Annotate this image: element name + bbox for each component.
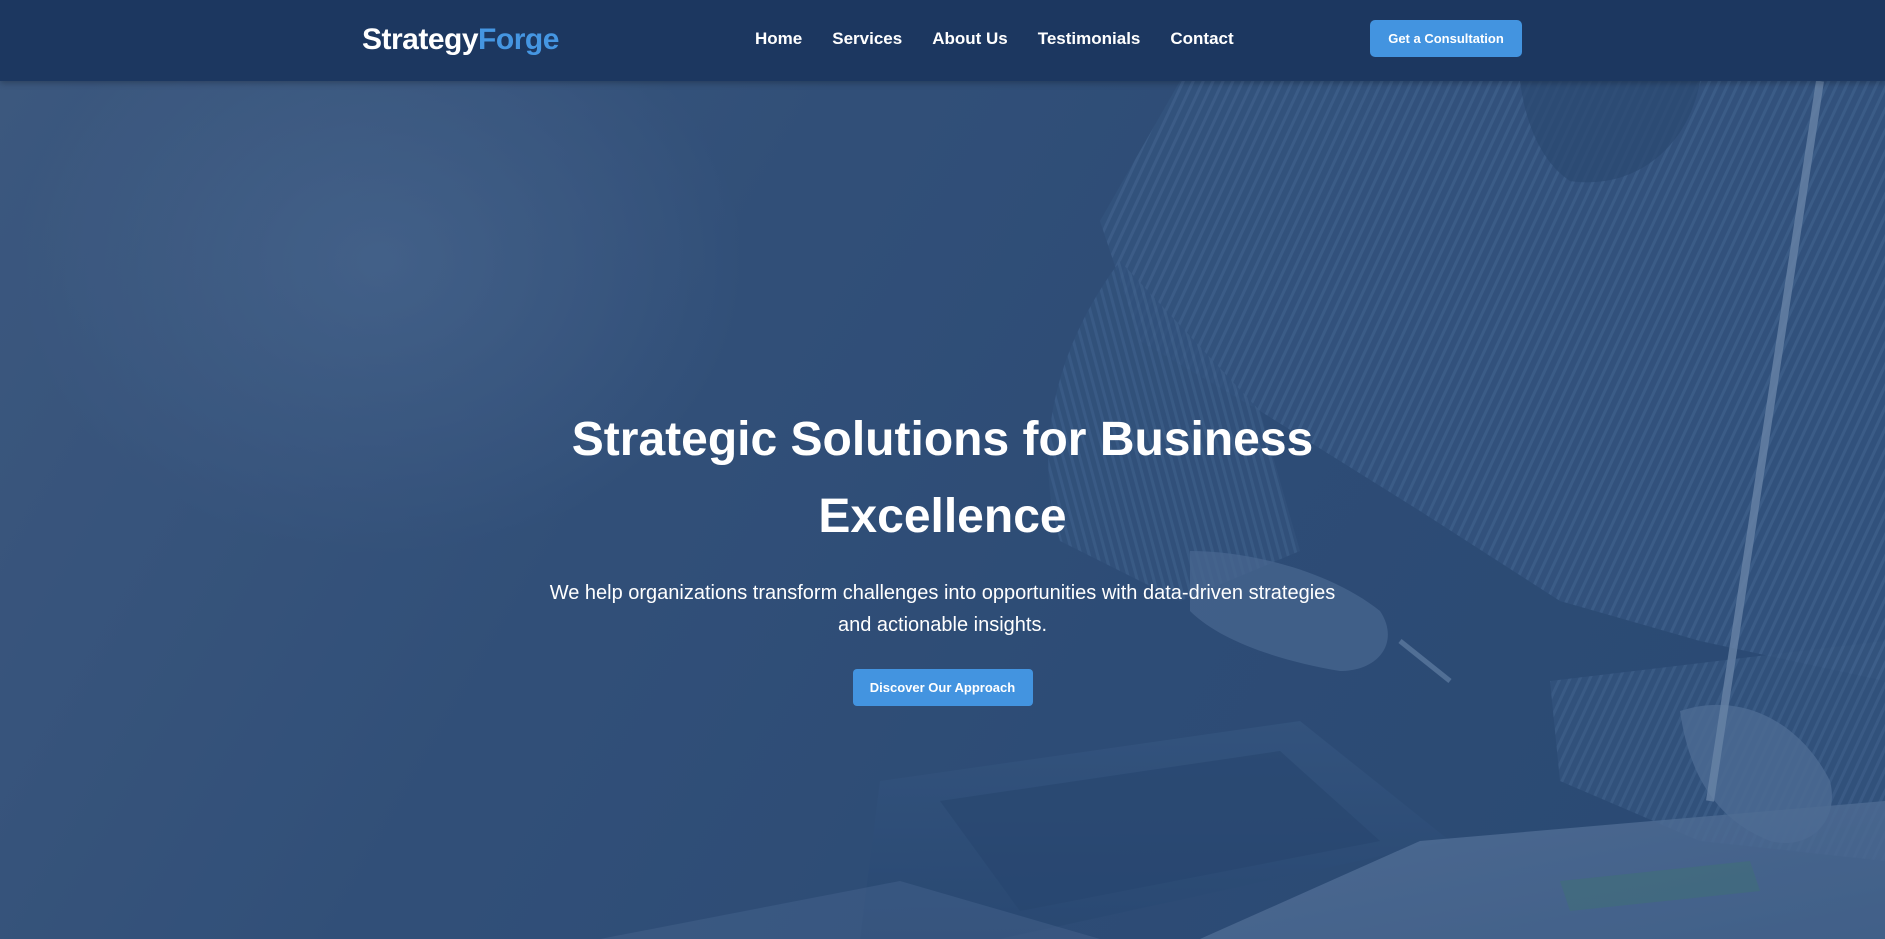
main-nav: Home Services About Us Testimonials Cont…	[755, 27, 1234, 51]
logo-text-accent: Forge	[478, 23, 559, 56]
hero-section: Strategic Solutions for Business Excelle…	[0, 81, 1885, 939]
get-consultation-button[interactable]: Get a Consultation	[1370, 20, 1522, 57]
logo[interactable]: StrategyForge	[362, 22, 559, 58]
nav-services[interactable]: Services	[832, 27, 902, 51]
site-header: StrategyForge Home Services About Us Tes…	[0, 0, 1885, 81]
page: StrategyForge Home Services About Us Tes…	[0, 0, 1885, 939]
nav-testimonials[interactable]: Testimonials	[1038, 27, 1141, 51]
discover-approach-button[interactable]: Discover Our Approach	[852, 669, 1033, 706]
nav-home[interactable]: Home	[755, 27, 802, 51]
hero-title: Strategic Solutions for Business Excelle…	[571, 413, 1314, 543]
nav-about-us[interactable]: About Us	[932, 27, 1008, 51]
hero-content: Strategic Solutions for Business Excelle…	[0, 401, 1885, 706]
hero-subtitle: We help organizations transform challeng…	[549, 582, 1336, 636]
logo-text-primary: Strategy	[362, 23, 479, 56]
nav-contact[interactable]: Contact	[1170, 27, 1233, 51]
